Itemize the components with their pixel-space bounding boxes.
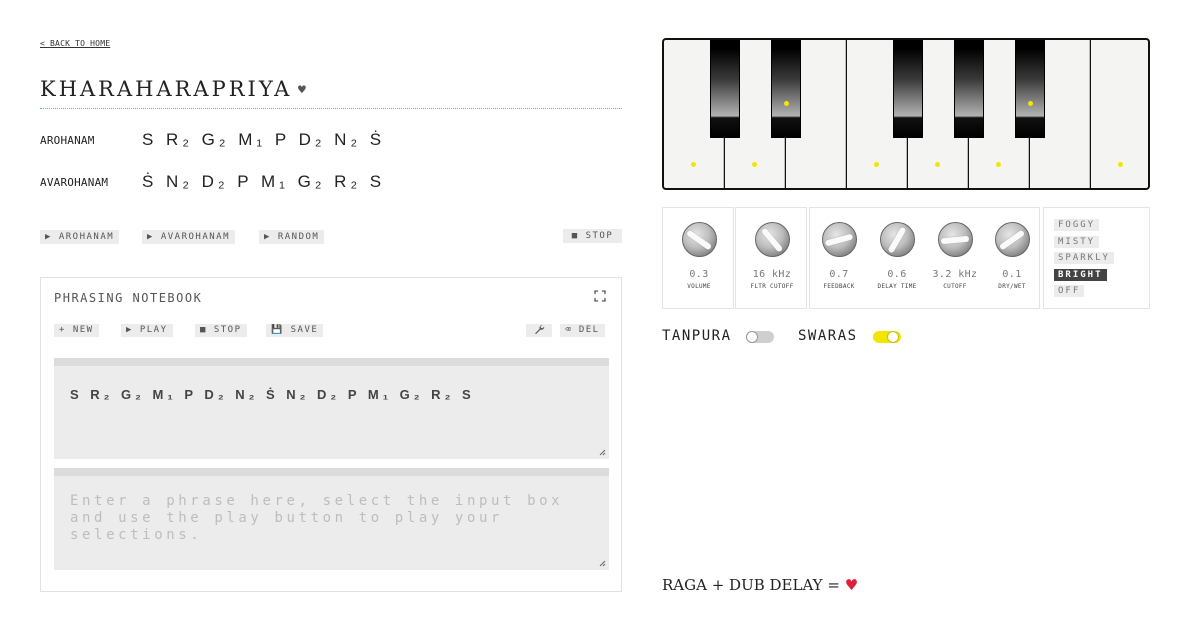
white-key[interactable] [1091,40,1148,188]
arohanam-label: AROHANAM [40,134,95,147]
save-phrase-button[interactable]: 💾 SAVE [266,324,324,337]
swara-dot [784,101,789,106]
swara-dot [1118,162,1123,167]
cutoff-knob[interactable] [937,222,973,257]
preset-misty[interactable]: MISTY [1054,236,1100,248]
preset-panel: FOGGY MISTY SPARKLY BRIGHT OFF [1043,207,1150,309]
delay-time-label: DELAY TIME [877,283,917,290]
phrasing-notebook: PHRASING NOTEBOOK + NEW ▶ PLAY ■ STOP 💾 … [40,277,622,592]
play-avarohanam-button[interactable]: ▶ AVAROHANAM [142,230,236,244]
feedback-knob[interactable] [821,222,857,257]
filter-cutoff-label: FLTR CUTOFF [750,283,794,290]
volume-knob[interactable] [681,222,717,257]
phrase-2-placeholder: Enter a phrase here, select the input bo… [70,493,564,543]
play-arohanam-button[interactable]: ▶ AROHANAM [40,230,120,244]
swara-dot [996,162,1001,167]
volume-value: 0.3 [689,269,709,280]
raga-title: KHARAHARAPRIYA [40,77,293,101]
delete-phrase-button[interactable]: ⌫ DEL [560,324,605,337]
heart-icon: ♥ [844,576,859,594]
black-key[interactable] [771,40,801,138]
back-to-home-link[interactable]: < BACK TO HOME [40,39,110,48]
swara-dot [874,162,879,167]
play-phrase-button[interactable]: ▶ PLAY [121,324,173,337]
title-divider [40,108,622,109]
notebook-title: PHRASING NOTEBOOK [54,291,203,305]
delay-panel: 0.7 FEEDBACK 0.6 DELAY TIME 3.2 kHz CUTO… [809,207,1040,309]
preset-sparkly[interactable]: SPARKLY [1054,252,1114,264]
footer-tagline-text: RAGA + DUB DELAY = [662,576,845,594]
stop-phrase-button[interactable]: ■ STOP [195,324,247,337]
swara-dot [691,162,696,167]
tanpura-label: TANPURA [662,328,732,344]
heart-icon[interactable]: ♥ [298,83,306,98]
new-phrase-button[interactable]: + NEW [54,324,99,337]
play-random-button[interactable]: ▶ RANDOM [259,230,325,244]
black-key[interactable] [893,40,923,138]
swara-dot [935,162,940,167]
arohanam-notes: S R₂ G₂ M₁ P D₂ N₂ Ṡ [142,130,386,149]
footer-tagline: RAGA + DUB DELAY = ♥ [662,576,858,594]
volume-panel: 0.3 VOLUME [662,207,734,309]
piano-keyboard [662,38,1150,190]
preset-bright[interactable]: BRIGHT [1054,269,1107,281]
preset-off[interactable]: OFF [1054,285,1085,297]
dry-wet-label: DRY/WET [998,283,1026,290]
delay-time-knob[interactable] [879,222,915,257]
expand-icon[interactable] [594,290,606,302]
avarohanam-label: AVAROHANAM [40,176,109,189]
cutoff-value: 3.2 kHz [932,269,978,280]
cutoff-label: CUTOFF [943,283,967,290]
delay-time-value: 0.6 [887,269,907,280]
phrase-input-1[interactable]: S R₂ G₂ M₁ P D₂ N₂ Ṡ N₂ D₂ P M₁ G₂ R₂ S [54,358,609,459]
volume-label: VOLUME [687,283,711,290]
wrench-icon[interactable] [526,324,552,337]
resize-grip-icon[interactable] [599,449,606,456]
feedback-value: 0.7 [829,269,849,280]
phrase-input-2[interactable]: Enter a phrase here, select the input bo… [54,468,609,570]
black-key[interactable] [1015,40,1045,138]
resize-grip-icon[interactable] [599,560,606,567]
dry-wet-knob[interactable] [994,222,1030,257]
filter-cutoff-knob[interactable] [754,222,790,257]
black-key[interactable] [710,40,740,138]
filter-panel: 16 kHz FLTR CUTOFF [735,207,807,309]
feedback-label: FEEDBACK [823,283,855,290]
swara-dot [1028,101,1033,106]
tanpura-toggle[interactable] [746,331,774,343]
black-key[interactable] [954,40,984,138]
swaras-label: SWARAS [798,328,858,344]
dry-wet-value: 0.1 [1002,269,1022,280]
swara-dot [752,162,757,167]
avarohanam-notes: Ṡ N₂ D₂ P M₁ G₂ R₂ S [142,172,386,191]
filter-cutoff-value: 16 kHz [752,269,792,280]
swaras-toggle[interactable] [873,331,901,343]
stop-button[interactable]: ■ STOP [563,229,622,243]
preset-foggy[interactable]: FOGGY [1054,219,1100,231]
phrase-1-text: S R₂ G₂ M₁ P D₂ N₂ Ṡ N₂ D₂ P M₁ G₂ R₂ S [70,387,475,402]
